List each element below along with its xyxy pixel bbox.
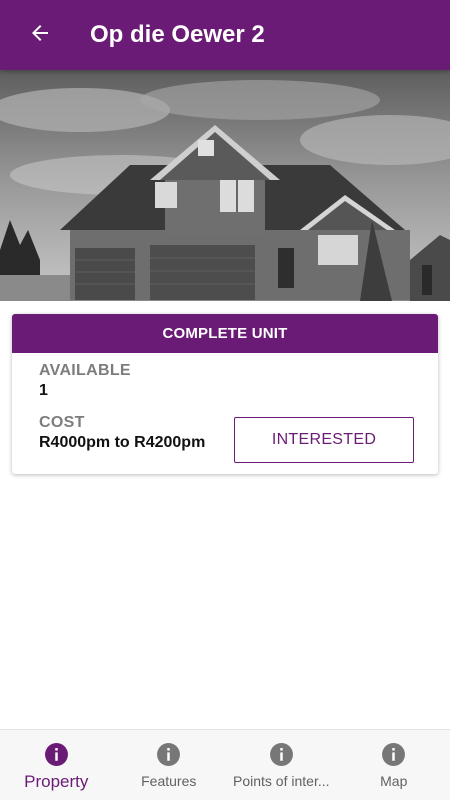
nav-item-features[interactable]: Features bbox=[113, 730, 226, 800]
app-bar: Op die Oewer 2 bbox=[0, 0, 450, 70]
bottom-navigation: Property Features Points of inter... Map bbox=[0, 729, 450, 800]
info-icon bbox=[269, 742, 294, 767]
cost-value: R4000pm to R4200pm bbox=[39, 434, 206, 451]
nav-item-map[interactable]: Map bbox=[338, 730, 450, 800]
nav-label: Features bbox=[141, 773, 197, 789]
back-button[interactable] bbox=[0, 0, 80, 70]
info-icon bbox=[156, 742, 181, 767]
info-icon bbox=[381, 742, 406, 767]
unit-card: COMPLETE UNIT AVAILABLE 1 COST R4000pm t… bbox=[12, 314, 438, 474]
available-label: AVAILABLE bbox=[39, 362, 131, 379]
page-title: Op die Oewer 2 bbox=[90, 21, 265, 48]
nav-label: Property bbox=[24, 772, 89, 791]
arrow-back-icon bbox=[28, 21, 52, 50]
available-value: 1 bbox=[39, 382, 48, 399]
info-icon bbox=[44, 742, 69, 767]
property-photo bbox=[0, 70, 450, 301]
nav-label: Points of inter... bbox=[233, 773, 330, 789]
cost-label: COST bbox=[39, 414, 85, 431]
interested-button[interactable]: INTERESTED bbox=[234, 417, 414, 463]
nav-item-property[interactable]: Property bbox=[0, 730, 113, 800]
nav-item-points-of-interest[interactable]: Points of inter... bbox=[225, 730, 338, 800]
unit-type-header: COMPLETE UNIT bbox=[12, 314, 438, 353]
nav-label: Map bbox=[380, 773, 408, 789]
